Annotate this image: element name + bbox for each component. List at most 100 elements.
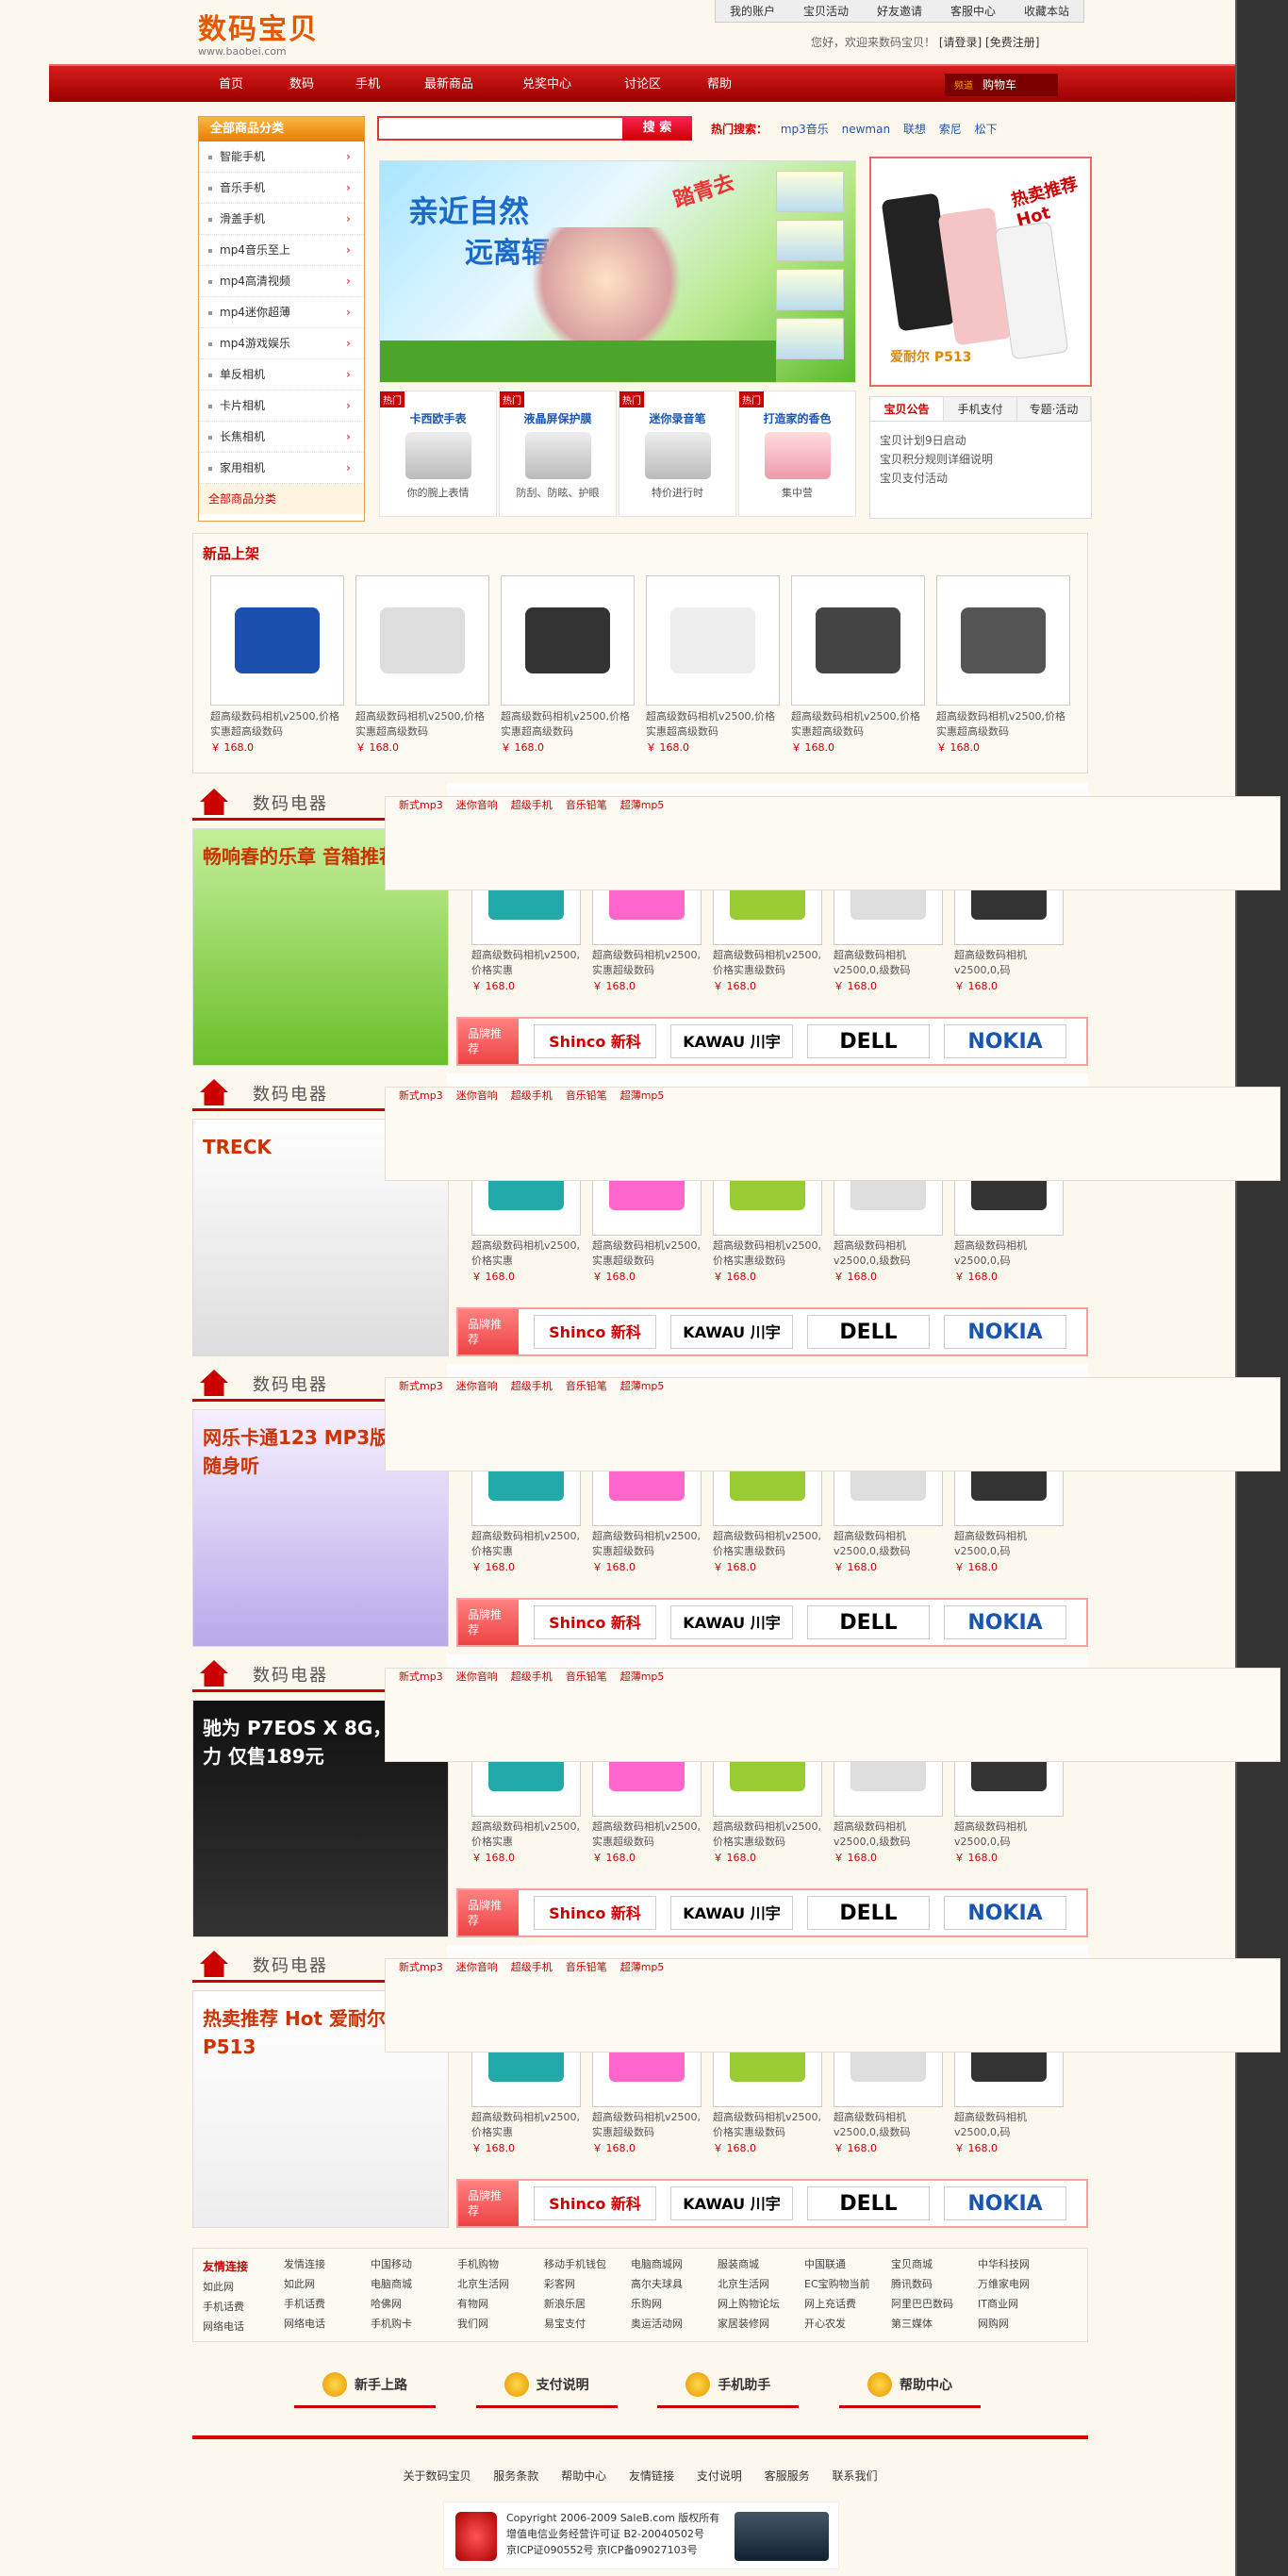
friend-link[interactable]: 哈佛网 xyxy=(371,2296,457,2312)
product-name[interactable]: 超高级数码相机v2500,0,码 xyxy=(954,1820,1064,1850)
brand-logo[interactable]: DELL xyxy=(807,1315,930,1349)
brand-logo[interactable]: NOKIA xyxy=(944,1315,1066,1349)
friend-link[interactable]: 发情连接 xyxy=(284,2256,371,2272)
product-name[interactable]: 超高级数码相机v2500,价格实惠级数码 xyxy=(713,1238,822,1269)
section-link[interactable]: 音乐铅笔 xyxy=(566,1089,607,1102)
footer-link[interactable]: 关于数码宝贝 xyxy=(403,2469,471,2483)
brand-logo[interactable]: KAWAU 川宇 xyxy=(670,1896,793,1930)
search-button[interactable]: 搜 索 xyxy=(622,116,692,141)
section-link[interactable]: 超级手机 xyxy=(511,1380,553,1392)
friend-link[interactable]: 北京生活网 xyxy=(718,2276,804,2292)
help-newbie[interactable]: 新手上路 xyxy=(294,2363,436,2408)
friend-link[interactable]: 网上充话费 xyxy=(804,2296,891,2312)
friend-link[interactable]: 网络电话 xyxy=(203,2317,244,2336)
category-item[interactable]: 卡片相机 › xyxy=(199,391,364,422)
friend-link[interactable]: IT商业网 xyxy=(978,2296,1065,2312)
help-payment[interactable]: 支付说明 xyxy=(475,2363,618,2408)
friend-link[interactable]: 电脑商城网 xyxy=(631,2256,718,2272)
brand-logo[interactable]: NOKIA xyxy=(944,1605,1066,1639)
brand-logo[interactable]: Shinco 新科 xyxy=(534,2186,656,2220)
section-link[interactable]: 超薄mp5 xyxy=(620,1089,665,1102)
section-link[interactable]: 音乐铅笔 xyxy=(566,1670,607,1683)
brand-logo[interactable]: KAWAU 川宇 xyxy=(670,1024,793,1058)
product-name[interactable]: 超高级数码相机v2500,价格实惠 xyxy=(471,2110,581,2140)
top-link-service[interactable]: 客服中心 xyxy=(950,3,996,19)
category-item[interactable]: mp4游戏娱乐 › xyxy=(199,328,364,359)
section-link[interactable]: 音乐铅笔 xyxy=(566,1961,607,1973)
banner-thumb[interactable] xyxy=(776,269,844,310)
product-name[interactable]: 超高级数码相机v2500,0,码 xyxy=(954,948,1064,978)
promo-card[interactable]: 热门 打造家的香色 集中营 xyxy=(738,391,856,517)
friend-link[interactable]: 服装商城 xyxy=(718,2256,804,2272)
category-item[interactable]: mp4音乐至上 › xyxy=(199,235,364,266)
category-item[interactable]: mp4高清视频 › xyxy=(199,266,364,297)
section-link[interactable]: 新式mp3 xyxy=(399,1670,443,1683)
section-link[interactable]: 超薄mp5 xyxy=(620,799,665,811)
new-product-card[interactable]: 超高级数码相机v2500,价格实惠超高级数码 ￥ 168.0 xyxy=(501,575,635,755)
section-link[interactable]: 超级手机 xyxy=(511,1670,553,1683)
product-name[interactable]: 超高级数码相机v2500,价格实惠超高级数码 xyxy=(355,709,489,740)
friend-link[interactable]: 新浪乐居 xyxy=(544,2296,631,2312)
help-mobile[interactable]: 手机助手 xyxy=(657,2363,800,2408)
new-product-card[interactable]: 超高级数码相机v2500,价格实惠超高级数码 ￥ 168.0 xyxy=(646,575,780,755)
friend-link[interactable]: 中华科技网 xyxy=(978,2256,1065,2272)
product-name[interactable]: 超高级数码相机v2500,价格实惠超高级数码 xyxy=(501,709,635,740)
nav-help[interactable]: 帮助 xyxy=(707,66,732,104)
section-link[interactable]: 超薄mp5 xyxy=(620,1380,665,1392)
product-name[interactable]: 超高级数码相机v2500,价格实惠级数码 xyxy=(713,1529,822,1559)
brand-logo[interactable]: KAWAU 川宇 xyxy=(670,2186,793,2220)
hot-search-link[interactable]: 索尼 xyxy=(939,123,962,136)
product-name[interactable]: 超高级数码相机v2500,实惠超级数码 xyxy=(592,1820,702,1850)
friend-link[interactable]: 第三媒体 xyxy=(891,2316,978,2332)
promo-card[interactable]: 热门 迷你录音笔 特价进行时 xyxy=(619,391,736,517)
footer-link[interactable]: 帮助中心 xyxy=(561,2469,606,2483)
footer-link[interactable]: 支付说明 xyxy=(697,2469,742,2483)
product-name[interactable]: 超高级数码相机v2500,价格实惠 xyxy=(471,1238,581,1269)
friend-link[interactable]: 如此网 xyxy=(203,2277,244,2297)
friend-link[interactable]: 腾讯数码 xyxy=(891,2276,978,2292)
brand-logo[interactable]: DELL xyxy=(807,1605,930,1639)
banner-thumb[interactable] xyxy=(776,318,844,359)
friend-link[interactable]: 万维家电网 xyxy=(978,2276,1065,2292)
friend-link[interactable]: 中国联通 xyxy=(804,2256,891,2272)
friend-link[interactable]: 有物网 xyxy=(457,2296,544,2312)
product-name[interactable]: 超高级数码相机v2500,价格实惠级数码 xyxy=(713,2110,822,2140)
nav-home[interactable]: 首页 xyxy=(219,66,243,104)
brand-logo[interactable]: Shinco 新科 xyxy=(534,1896,656,1930)
category-item[interactable]: 家用相机 › xyxy=(199,453,364,484)
banner-thumb[interactable] xyxy=(776,171,844,212)
nav-new[interactable]: 最新商品 xyxy=(424,66,473,104)
friend-link[interactable]: 奥运活动网 xyxy=(631,2316,718,2332)
section-link[interactable]: 新式mp3 xyxy=(399,1089,443,1102)
hot-search-link[interactable]: 联想 xyxy=(903,123,926,136)
friend-link[interactable]: 北京生活网 xyxy=(457,2276,544,2292)
product-name[interactable]: 超高级数码相机v2500,0,码 xyxy=(954,2110,1064,2140)
product-name[interactable]: 超高级数码相机v2500,实惠超级数码 xyxy=(592,2110,702,2140)
brand-logo[interactable]: Shinco 新科 xyxy=(534,1605,656,1639)
notice-item[interactable]: 宝贝支付活动 xyxy=(880,469,1082,488)
product-name[interactable]: 超高级数码相机v2500,价格实惠 xyxy=(471,1820,581,1850)
friend-link[interactable]: 我们网 xyxy=(457,2316,544,2332)
footer-link[interactable]: 服务条款 xyxy=(493,2469,538,2483)
product-name[interactable]: 超高级数码相机v2500,0,级数码 xyxy=(834,1820,943,1850)
category-item[interactable]: 智能手机 › xyxy=(199,141,364,173)
section-link[interactable]: 迷你音响 xyxy=(456,1961,498,1973)
category-item[interactable]: 音乐手机 › xyxy=(199,173,364,204)
category-item[interactable]: mp4迷你超薄 › xyxy=(199,297,364,328)
brand-logo[interactable]: Shinco 新科 xyxy=(534,1315,656,1349)
friend-link[interactable]: EC宝购物当前 xyxy=(804,2276,891,2292)
new-product-card[interactable]: 超高级数码相机v2500,价格实惠超高级数码 ￥ 168.0 xyxy=(791,575,925,755)
section-link[interactable]: 超薄mp5 xyxy=(620,1670,665,1683)
friend-link[interactable]: 移动手机钱包 xyxy=(544,2256,631,2272)
category-item[interactable]: 长焦相机 › xyxy=(199,422,364,453)
friend-link[interactable]: 宝贝商城 xyxy=(891,2256,978,2272)
new-product-card[interactable]: 超高级数码相机v2500,价格实惠超高级数码 ￥ 168.0 xyxy=(355,575,489,755)
top-link-account[interactable]: 我的账户 xyxy=(730,3,775,19)
category-item[interactable]: 单反相机 › xyxy=(199,359,364,391)
brand-logo[interactable]: KAWAU 川宇 xyxy=(670,1605,793,1639)
site-logo[interactable]: 数码宝贝 www.baobei.com xyxy=(198,6,368,58)
product-name[interactable]: 超高级数码相机v2500,0,级数码 xyxy=(834,1529,943,1559)
product-name[interactable]: 超高级数码相机v2500,价格实惠超高级数码 xyxy=(210,709,344,740)
tab-mobile-pay[interactable]: 手机支付 xyxy=(944,397,1017,421)
friend-link[interactable]: 开心农发 xyxy=(804,2316,891,2332)
